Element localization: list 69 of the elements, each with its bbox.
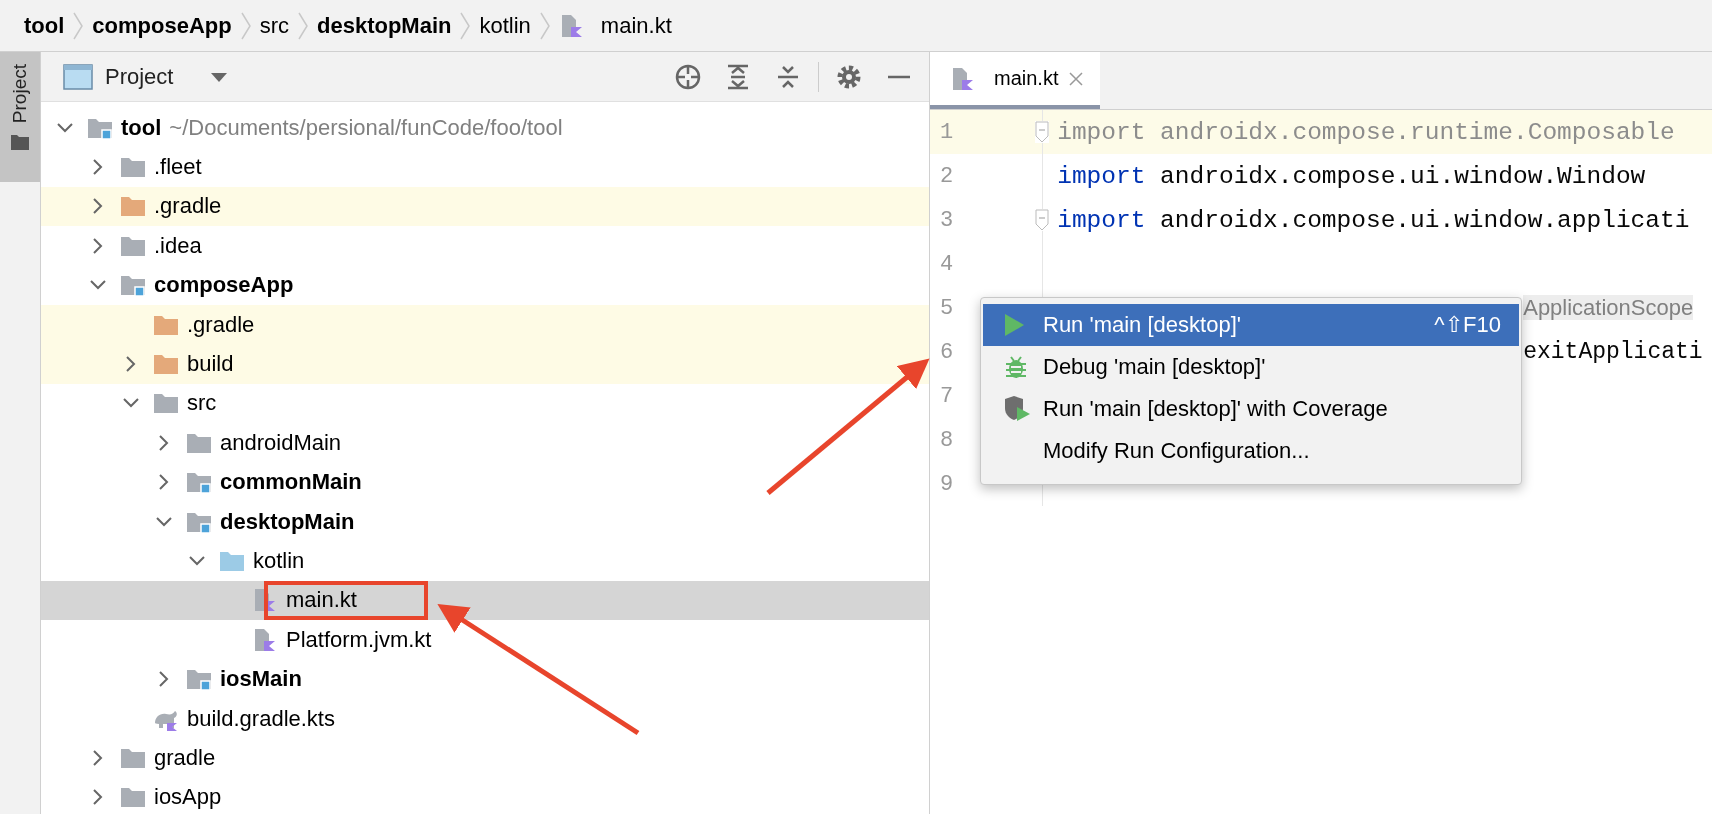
line-number: 6 — [940, 339, 954, 365]
line-number: 8 — [940, 427, 954, 453]
tool-window-tab[interactable]: Project — [0, 52, 40, 182]
tree-item[interactable]: tool ~/Documents/persional/funCode/foo/tool — [41, 108, 929, 148]
close-icon[interactable] — [1068, 70, 1085, 87]
chevron-separator-icon — [297, 10, 309, 41]
folder-icon — [120, 785, 146, 810]
breadcrumb-item[interactable]: main.kt — [600, 12, 672, 39]
path-text: ~/Documents/persional/funCode/foo/tool — [169, 114, 563, 141]
tree-item[interactable]: kotlin — [41, 541, 929, 581]
folder-icon — [219, 549, 245, 573]
folder-icon — [120, 155, 146, 180]
module-folder-icon — [120, 273, 146, 298]
code-line: import androidx.compose.ui.window.Window — [1057, 162, 1646, 190]
folder-icon — [153, 352, 179, 377]
module-folder-icon — [186, 470, 212, 495]
fold-marker-icon[interactable] — [1035, 121, 1050, 143]
bug-icon — [1003, 354, 1029, 380]
menu-item[interactable]: Debug 'main [desktop]' — [983, 346, 1519, 388]
tree-item[interactable]: desktopMain — [41, 501, 929, 542]
tree-item[interactable]: .fleet — [41, 147, 929, 187]
tree-item[interactable]: build.gradle.kts — [41, 698, 929, 739]
line-number: 1 — [940, 119, 954, 145]
tree-item[interactable]: main.kt — [41, 580, 929, 621]
chevron-separator-icon — [459, 10, 472, 41]
line-number: 7 — [940, 383, 954, 409]
tree-item[interactable]: src — [41, 383, 929, 424]
tree-item[interactable]: .idea — [41, 226, 929, 266]
crosshair-icon[interactable] — [674, 62, 702, 91]
line-number: 9 — [940, 471, 954, 497]
tree-item[interactable]: gradle — [41, 738, 929, 778]
chevron-separator-icon — [538, 10, 551, 41]
tree-item[interactable]: .gradle — [41, 304, 929, 345]
tree-item[interactable]: iosMain — [41, 659, 929, 699]
folder-icon — [120, 194, 146, 219]
chevron-separator-icon — [239, 10, 252, 41]
breadcrumb-item[interactable]: tool — [24, 12, 65, 39]
line-number: 3 — [940, 207, 954, 233]
breadcrumb-item[interactable]: kotlin — [479, 12, 531, 39]
chevron-separator-icon — [72, 10, 85, 41]
module-folder-icon — [186, 667, 212, 692]
fold-marker-icon[interactable] — [1035, 209, 1050, 231]
tree-item[interactable]: build — [41, 344, 929, 384]
menu-item[interactable]: Run 'main [desktop]' ^⇧F10 — [983, 304, 1519, 346]
window-icon — [63, 63, 93, 90]
line-number: 5 — [940, 295, 954, 321]
line-number: 2 — [940, 163, 954, 189]
code-line: import androidx.compose.ui.window.applicati — [1057, 206, 1690, 234]
tree-item[interactable]: commonMain — [41, 462, 929, 502]
folder-icon — [10, 133, 30, 152]
code-line: exitApplicati — [1523, 339, 1703, 365]
folder-icon — [153, 391, 179, 416]
shield-play-icon — [1003, 395, 1031, 423]
editor-tab[interactable]: main.kt — [930, 52, 1101, 109]
breadcrumb-item[interactable]: src — [259, 12, 289, 39]
line-number: 4 — [940, 251, 954, 277]
panel-title[interactable]: Project — [105, 63, 174, 90]
tree-item[interactable]: androidMain — [41, 423, 929, 463]
code-line: import androidx.compose.runtime.Composable — [1057, 118, 1675, 146]
tree-item[interactable]: iosApp — [41, 777, 929, 814]
breadcrumb-item[interactable]: desktopMain — [317, 12, 452, 39]
menu-item[interactable]: Modify Run Configuration... — [983, 430, 1519, 472]
dropdown-caret-icon[interactable] — [209, 70, 230, 83]
play-icon — [1003, 313, 1025, 337]
tree-item[interactable]: Platform.jvm.kt — [41, 620, 929, 660]
tree-item[interactable]: .gradle — [41, 186, 929, 227]
breadcrumb-item[interactable]: composeApp — [92, 12, 232, 39]
tree-item[interactable]: composeApp — [41, 265, 929, 305]
menu-item[interactable]: Run 'main [desktop]' with Coverage — [983, 388, 1519, 430]
